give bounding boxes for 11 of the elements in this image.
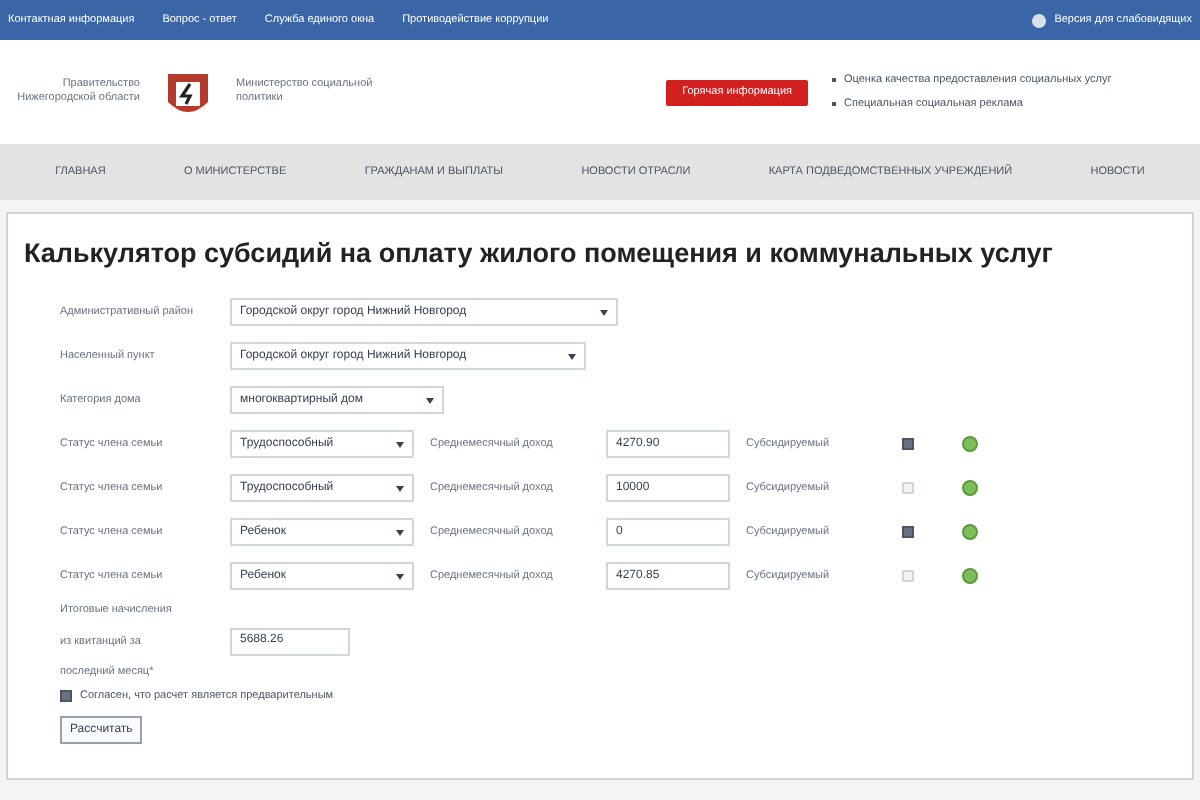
page-title: Калькулятор субсидий на оплату жилого помещения и коммунальных услуг [24, 236, 1055, 272]
caret-icon [396, 441, 404, 448]
caret-icon [568, 353, 576, 360]
checkbox[interactable] [902, 438, 914, 451]
checkbox[interactable] [902, 526, 914, 539]
caret-icon [396, 529, 404, 536]
caret-icon [396, 485, 404, 492]
caret-icon [600, 309, 608, 316]
caret-icon [396, 573, 404, 580]
caret-icon [426, 397, 434, 404]
checkbox[interactable] [60, 690, 72, 703]
